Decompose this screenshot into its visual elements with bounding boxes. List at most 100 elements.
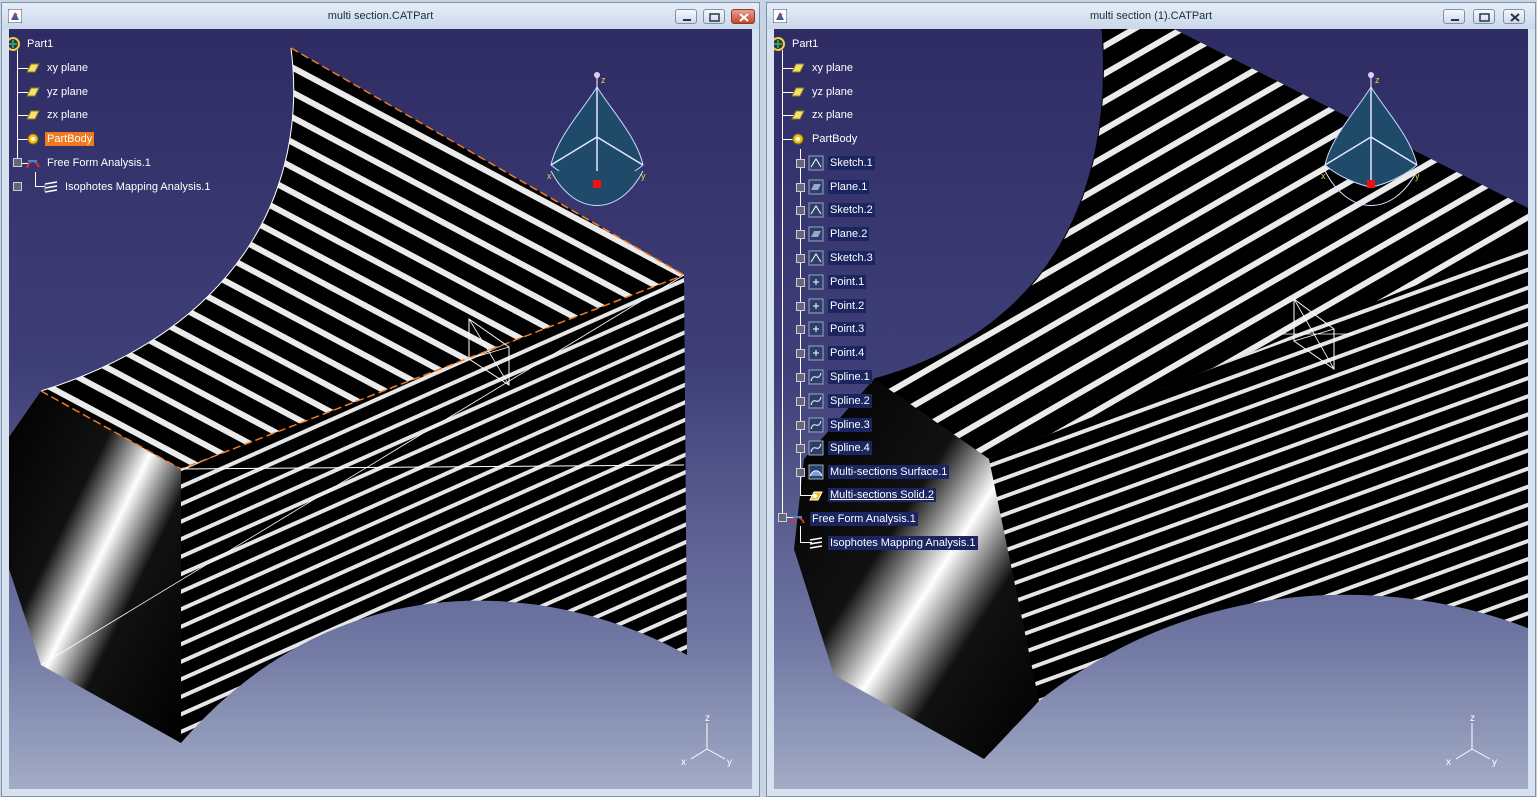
window-right[interactable]: multi section (1).CATPart Part1 xy plane… — [766, 2, 1536, 797]
axis-triad: z x y — [1446, 713, 1497, 768]
expand-toggle[interactable] — [796, 206, 805, 215]
tree-label: Multi-sections Surface.1 — [828, 465, 950, 479]
point-icon — [808, 345, 824, 361]
tree-node-part1[interactable]: Part1 — [9, 35, 55, 53]
triad-y-label: y — [727, 757, 732, 768]
expand-toggle[interactable] — [796, 444, 805, 453]
close-button[interactable] — [1503, 9, 1525, 24]
compass-widget[interactable]: z x y — [1319, 67, 1423, 217]
tree-node-zx-plane[interactable]: zx plane — [25, 106, 90, 124]
tree-node-point-4[interactable]: Point.4 — [808, 344, 867, 362]
expand-toggle[interactable] — [796, 302, 805, 311]
tree-node-spline-3[interactable]: Spline.3 — [808, 416, 872, 434]
title-bar-right[interactable]: multi section (1).CATPart — [767, 3, 1535, 29]
surface-icon — [808, 464, 824, 480]
compass-y-label: y — [641, 171, 646, 181]
tree-node-free-form-analysis[interactable]: Free Form Analysis.1 — [25, 154, 153, 172]
tree-label: Part1 — [27, 38, 54, 50]
triad-y-label: y — [1492, 757, 1497, 768]
expand-toggle[interactable] — [796, 373, 805, 382]
point-icon — [808, 274, 824, 290]
tree-node-free-form-analysis[interactable]: Free Form Analysis.1 — [790, 510, 918, 528]
analysis-icon — [26, 160, 40, 169]
tree-node-point-2[interactable]: Point.2 — [808, 297, 867, 315]
triad-z-label: z — [1470, 713, 1475, 724]
compass-x-label: x — [1321, 171, 1326, 181]
tree-node-spline-4[interactable]: Spline.4 — [808, 439, 872, 457]
maximize-button[interactable] — [703, 9, 725, 24]
tree-node-xy-plane[interactable]: xy plane — [25, 59, 90, 77]
spline-icon — [808, 440, 824, 456]
expand-toggle[interactable] — [13, 158, 22, 167]
tree-node-sketch-2[interactable]: Sketch.2 — [808, 201, 875, 219]
tree-label: Point.1 — [828, 275, 867, 289]
title-bar-left[interactable]: multi section.CATPart — [2, 3, 759, 29]
tree-node-plane-2[interactable]: Plane.2 — [808, 225, 870, 243]
plane-icon — [26, 63, 40, 73]
triad-x-label: x — [681, 757, 686, 768]
plane-icon — [26, 110, 40, 120]
tree-label: yz plane — [812, 86, 853, 98]
tree-node-point-3[interactable]: Point.3 — [808, 320, 867, 338]
tree-node-zx-plane[interactable]: zx plane — [790, 106, 855, 124]
tree-label: Free Form Analysis.1 — [810, 512, 918, 526]
expand-toggle[interactable] — [796, 325, 805, 334]
compass-y-label: y — [1415, 171, 1420, 181]
tree-node-isophotes-mapping[interactable]: Isophotes Mapping Analysis.1 — [808, 534, 978, 552]
tree-node-sketch-3[interactable]: Sketch.3 — [808, 249, 875, 267]
isophote-icon — [809, 537, 823, 549]
plane-feature-icon — [808, 179, 824, 195]
compass-z-label: z — [601, 75, 606, 85]
tree-node-plane-1[interactable]: Plane.1 — [808, 178, 870, 196]
body-gear-icon — [792, 133, 804, 145]
tree-node-yz-plane[interactable]: yz plane — [25, 83, 90, 101]
tree-node-spline-2[interactable]: Spline.2 — [808, 392, 872, 410]
expand-toggle[interactable] — [796, 421, 805, 430]
tree-label: Isophotes Mapping Analysis.1 — [65, 181, 211, 193]
compass-widget[interactable]: z x y — [545, 67, 649, 217]
tree-node-partbody[interactable]: PartBody — [25, 130, 95, 148]
tree-node-sketch-1[interactable]: Sketch.1 — [808, 154, 875, 172]
restore-button[interactable] — [1473, 9, 1495, 24]
minimize-icon — [683, 19, 691, 21]
minimize-button[interactable] — [675, 9, 697, 24]
tree-node-point-1[interactable]: Point.1 — [808, 273, 867, 291]
minimize-button[interactable] — [1443, 9, 1465, 24]
tree-node-multi-sections-solid[interactable]: Multi-sections Solid.2 — [808, 486, 936, 504]
tree-node-multi-sections-surface[interactable]: Multi-sections Surface.1 — [808, 463, 950, 481]
close-icon — [1510, 13, 1520, 22]
tree-label: Plane.2 — [828, 227, 870, 241]
3d-viewport-left[interactable]: Part1 xy plane yz plane zx plane PartBod… — [9, 29, 752, 789]
3d-viewport-right[interactable]: Part1 xy plane yz plane zx plane PartBod… — [774, 29, 1528, 789]
window-title: multi section.CATPart — [327, 10, 434, 22]
expand-toggle[interactable] — [796, 230, 805, 239]
plane-feature-icon — [808, 226, 824, 242]
close-button[interactable] — [731, 9, 755, 24]
tree-node-xy-plane[interactable]: xy plane — [790, 59, 855, 77]
restore-icon — [1479, 13, 1490, 22]
tree-label: Multi-sections Solid.2 — [828, 488, 936, 502]
expand-toggle[interactable] — [796, 183, 805, 192]
expand-toggle[interactable] — [796, 278, 805, 287]
plane-icon — [791, 87, 805, 97]
tree-node-part1[interactable]: Part1 — [774, 35, 820, 53]
expand-toggle[interactable] — [778, 513, 787, 522]
tree-node-partbody[interactable]: PartBody — [790, 130, 859, 148]
tree-node-isophotes-mapping[interactable]: Isophotes Mapping Analysis.1 — [43, 178, 213, 196]
expand-toggle[interactable] — [796, 349, 805, 358]
window-left[interactable]: multi section.CATPart Part1 xy plane yz … — [1, 2, 760, 797]
tree-label: Point.2 — [828, 299, 867, 313]
isophote-icon — [44, 181, 58, 193]
tree-node-yz-plane[interactable]: yz plane — [790, 83, 855, 101]
expand-toggle[interactable] — [13, 182, 22, 191]
expand-toggle[interactable] — [796, 254, 805, 263]
sketch-icon — [808, 202, 824, 218]
tree-node-spline-1[interactable]: Spline.1 — [808, 368, 872, 386]
tree-label: Point.3 — [828, 322, 867, 336]
triad-x-label: x — [1446, 757, 1451, 768]
expand-toggle[interactable] — [796, 397, 805, 406]
spline-icon — [808, 417, 824, 433]
expand-toggle[interactable] — [796, 159, 805, 168]
tree-label: zx plane — [812, 109, 853, 121]
expand-toggle[interactable] — [796, 468, 805, 477]
